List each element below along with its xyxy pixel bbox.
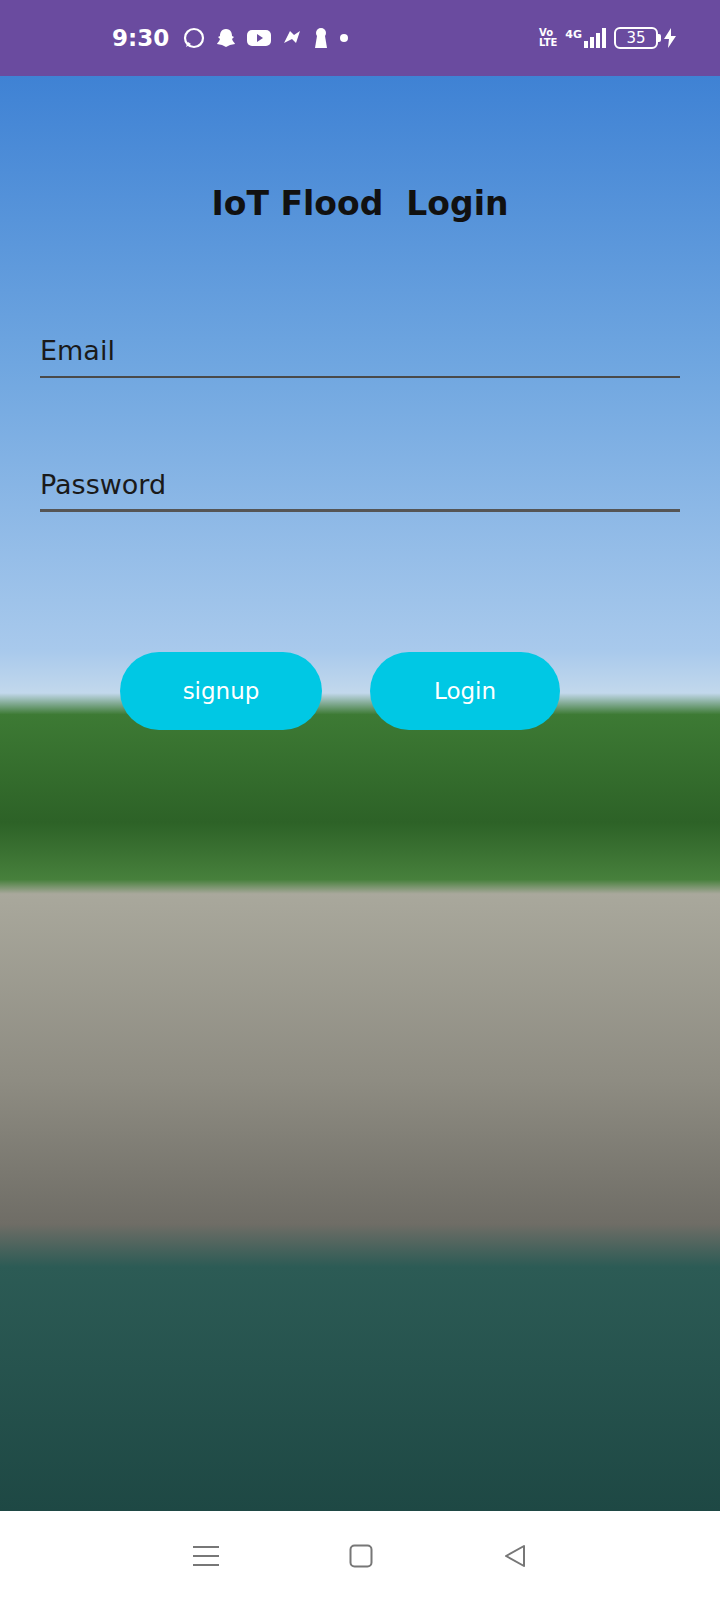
notification-icons (183, 27, 349, 49)
volte-label: VoLTE (539, 28, 557, 48)
volte-text: LTE (539, 38, 557, 48)
email-field[interactable] (40, 325, 680, 378)
youtube-icon (247, 29, 271, 47)
signal: 4G (565, 28, 606, 48)
keyhole-icon (313, 27, 329, 49)
password-field[interactable] (40, 459, 680, 512)
button-row: signup Login (40, 652, 680, 730)
menu-icon[interactable] (193, 1544, 219, 1568)
signal-icon (584, 28, 606, 48)
navigation-bar (0, 1511, 720, 1600)
network-label: 4G (565, 28, 582, 41)
back-icon[interactable] (503, 1544, 527, 1568)
charging-icon (664, 28, 676, 48)
battery: 35 (614, 27, 676, 49)
battery-level: 35 (614, 27, 658, 49)
login-screen: IoT Flood Login signup Login (0, 76, 720, 1511)
whatsapp-icon (183, 27, 205, 49)
clock: 9:30 (112, 25, 169, 51)
dot-icon (339, 33, 349, 43)
signup-button[interactable]: signup (120, 652, 322, 730)
snapchat-icon (215, 27, 237, 49)
volte-text: Vo (539, 28, 557, 38)
page-title: IoT Flood Login (40, 184, 680, 224)
app-icon (281, 27, 303, 49)
home-icon[interactable] (349, 1544, 373, 1568)
login-button[interactable]: Login (370, 652, 560, 730)
status-bar: 9:30 VoLTE 4G 35 (0, 0, 720, 76)
